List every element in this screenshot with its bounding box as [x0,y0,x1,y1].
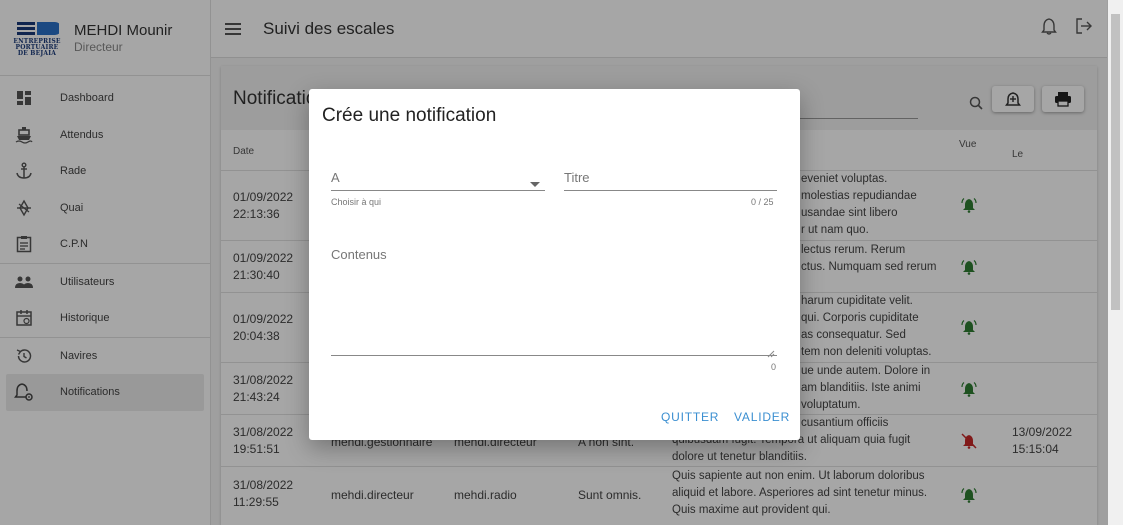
recipient-hint: Choisir à qui [331,197,382,207]
page-scrollbar[interactable] [1108,0,1123,525]
title-char-counter: 0 / 25 [751,197,774,207]
content-label: Contenus [331,247,387,262]
scrollbar-thumb[interactable] [1111,14,1120,310]
resize-handle-icon[interactable] [767,345,775,363]
create-notification-dialog: Crée une notification A Choisir à qui Ti… [309,89,800,440]
title-label: Titre [564,170,590,185]
recipient-label: A [331,170,340,185]
validate-button[interactable]: VALIDER [734,410,790,424]
content-char-counter: 0 [771,362,777,372]
quit-button[interactable]: QUITTER [661,410,719,424]
dialog-title: Crée une notification [322,105,497,126]
